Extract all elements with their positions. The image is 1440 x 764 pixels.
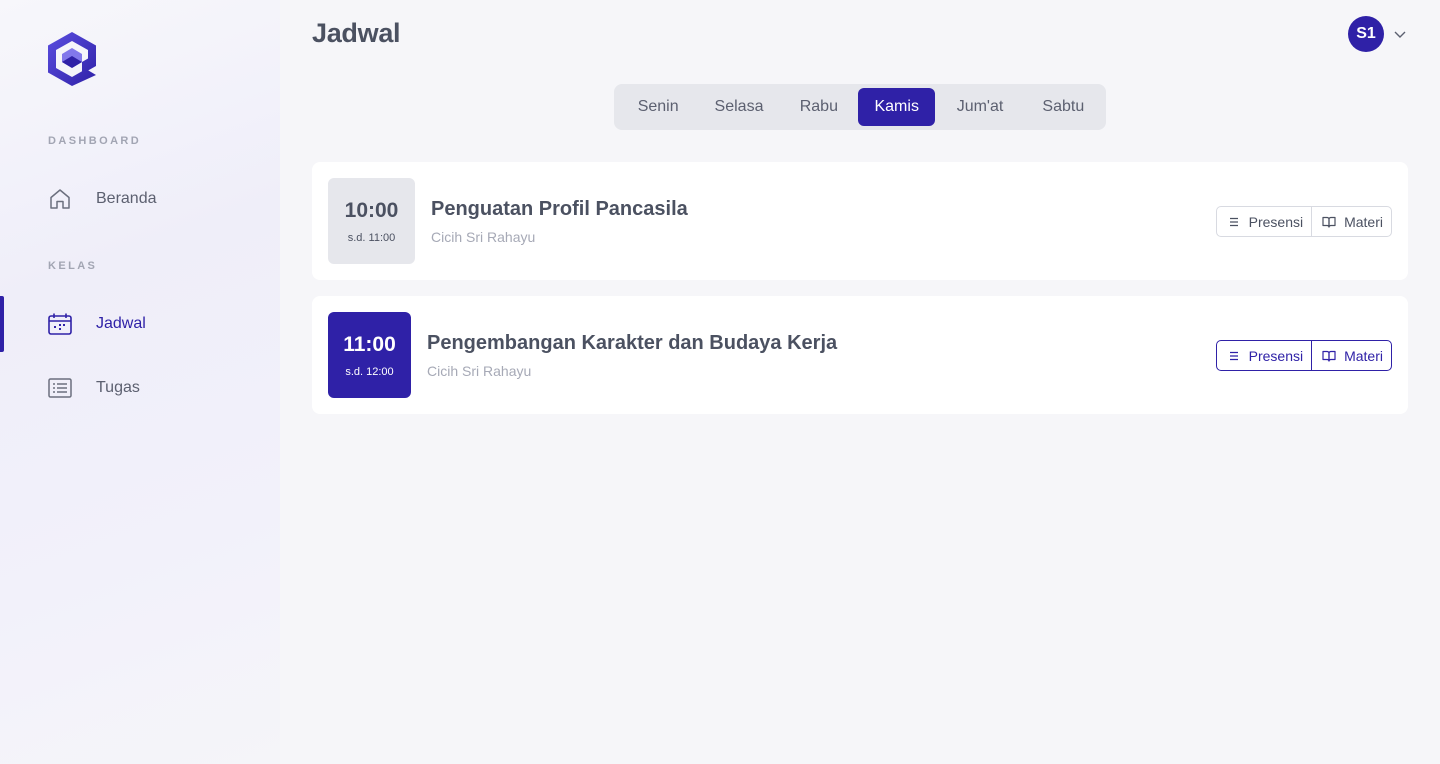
sidebar-item-beranda[interactable]: Beranda bbox=[0, 171, 280, 227]
tab-rabu[interactable]: Rabu bbox=[780, 88, 858, 126]
menu-lines-icon bbox=[1229, 217, 1238, 226]
page-title: Jadwal bbox=[312, 18, 401, 48]
menu-lines-icon bbox=[1229, 351, 1238, 360]
time-box: 10:00 s.d. 11:00 bbox=[328, 178, 415, 264]
teacher-name: Cicih Sri Rahayu bbox=[431, 229, 536, 245]
section-label-kelas: KELAS bbox=[48, 260, 98, 272]
presensi-label: Presensi bbox=[1248, 213, 1304, 230]
section-label-dashboard: DASHBOARD bbox=[48, 135, 142, 147]
start-time: 11:00 bbox=[343, 332, 396, 356]
tab-sabtu[interactable]: Sabtu bbox=[1025, 88, 1102, 126]
tab-jumat[interactable]: Jum'at bbox=[935, 88, 1024, 126]
book-icon bbox=[1322, 216, 1336, 228]
sidebar-item-jadwal[interactable]: Jadwal bbox=[0, 296, 280, 352]
presensi-button[interactable]: Presensi bbox=[1217, 207, 1311, 236]
materi-label: Materi bbox=[1344, 347, 1383, 364]
presensi-button[interactable]: Presensi bbox=[1217, 341, 1311, 370]
end-time: s.d. 11:00 bbox=[347, 231, 396, 244]
tab-senin[interactable]: Senin bbox=[618, 88, 698, 126]
subject-title: Pengembangan Karakter dan Budaya Kerja bbox=[427, 332, 838, 354]
materi-label: Materi bbox=[1344, 213, 1383, 230]
list-icon bbox=[48, 378, 72, 398]
avatar[interactable]: S1 bbox=[1348, 16, 1384, 52]
sidebar-item-label: Tugas bbox=[96, 379, 140, 396]
end-time: s.d. 12:00 bbox=[345, 365, 394, 378]
tab-selasa[interactable]: Selasa bbox=[698, 88, 779, 126]
tab-kamis[interactable]: Kamis bbox=[858, 88, 936, 126]
calendar-icon bbox=[48, 313, 72, 335]
day-tabs: Senin Selasa Rabu Kamis Jum'at Sabtu bbox=[614, 84, 1106, 130]
materi-button[interactable]: Materi bbox=[1311, 341, 1391, 370]
sidebar: DASHBOARD Beranda KELAS Jadwal Tugas bbox=[0, 0, 280, 764]
sidebar-item-tugas[interactable]: Tugas bbox=[0, 360, 280, 416]
subject-title: Penguatan Profil Pancasila bbox=[431, 198, 688, 220]
presensi-label: Presensi bbox=[1248, 347, 1304, 364]
start-time: 10:00 bbox=[344, 198, 399, 222]
materi-button[interactable]: Materi bbox=[1311, 207, 1391, 236]
schedule-card: 11:00 s.d. 12:00 Pengembangan Karakter d… bbox=[312, 296, 1408, 414]
sidebar-item-label: Beranda bbox=[96, 190, 157, 207]
chevron-down-icon[interactable] bbox=[1393, 27, 1407, 41]
card-actions: Presensi Materi bbox=[1215, 340, 1392, 371]
schedule-card: 10:00 s.d. 11:00 Penguatan Profil Pancas… bbox=[312, 162, 1408, 280]
book-icon bbox=[1322, 350, 1336, 362]
app-logo[interactable] bbox=[48, 32, 96, 86]
time-box: 11:00 s.d. 12:00 bbox=[328, 312, 411, 398]
teacher-name: Cicih Sri Rahayu bbox=[427, 363, 532, 379]
home-icon bbox=[50, 189, 70, 209]
card-actions: Presensi Materi bbox=[1215, 206, 1392, 237]
sidebar-item-label: Jadwal bbox=[96, 315, 146, 332]
